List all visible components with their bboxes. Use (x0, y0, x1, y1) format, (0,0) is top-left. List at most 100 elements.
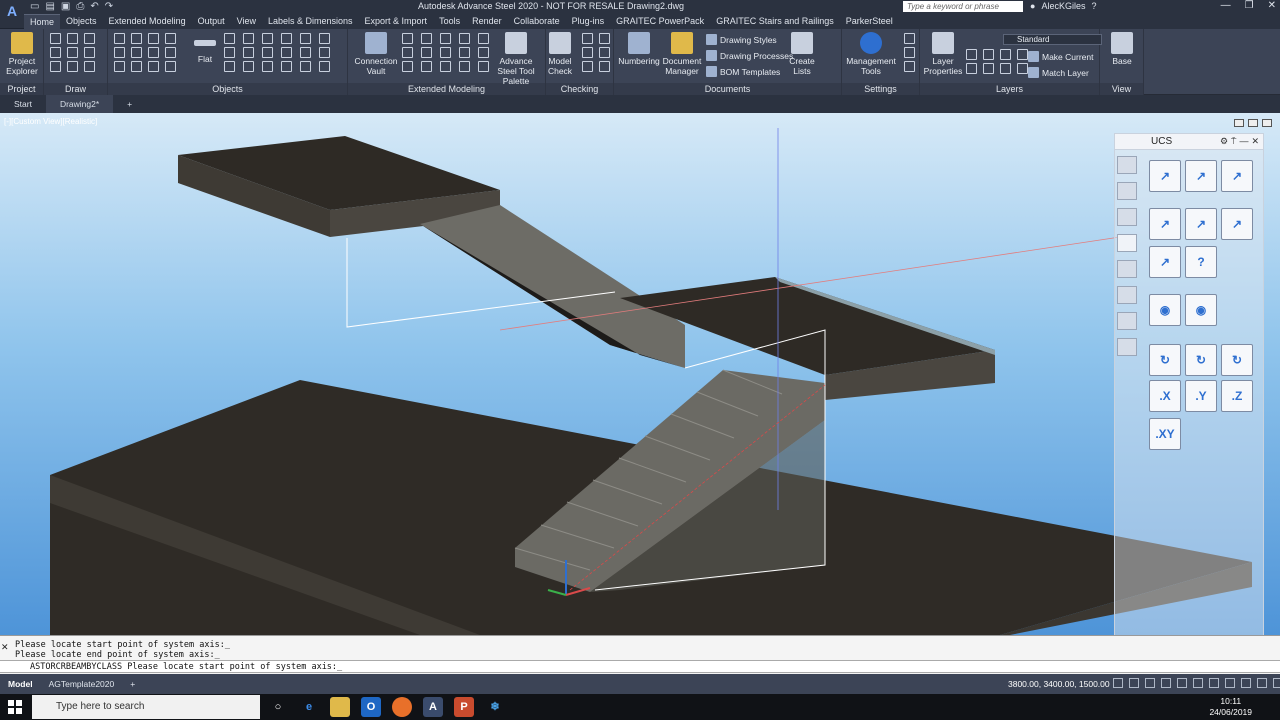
panel-label-draw[interactable]: Draw (44, 83, 107, 95)
grid2-icon[interactable] (114, 47, 125, 58)
add-layout-icon[interactable]: + (122, 679, 143, 689)
beam-icon[interactable] (148, 33, 159, 44)
tab-objects[interactable]: Objects (60, 14, 103, 29)
layer-dropdown[interactable]: Standard (1003, 34, 1102, 45)
ucs-rotate-x-button[interactable]: ↻ (1149, 344, 1181, 376)
layer-properties-button[interactable]: Layer Properties (922, 32, 964, 76)
connection-vault-button[interactable]: Connection Vault (354, 32, 398, 76)
project-explorer-button[interactable]: Project Explorer (4, 32, 40, 76)
help-icon[interactable]: ? (1091, 1, 1096, 11)
weld-icon[interactable] (165, 61, 176, 72)
side-tab-6[interactable] (1117, 286, 1137, 304)
tab-output[interactable]: Output (192, 14, 231, 29)
ortho-icon[interactable] (1161, 678, 1171, 688)
fullscreen-icon[interactable] (1257, 678, 1267, 688)
purlin-icon[interactable] (148, 47, 159, 58)
vp-close-icon[interactable] (1262, 119, 1272, 127)
side-tab-8[interactable] (1117, 338, 1137, 356)
grid3-icon[interactable] (114, 61, 125, 72)
bom-templates-button[interactable]: BOM Templates (706, 66, 780, 77)
profile16-icon[interactable] (281, 61, 292, 72)
ucs-origin-button[interactable]: ↗ (1149, 246, 1181, 278)
profile8-icon[interactable] (243, 47, 254, 58)
tab-model[interactable]: Model (0, 679, 41, 689)
user-icon[interactable]: ● (1030, 1, 1035, 11)
bolt-icon[interactable] (148, 61, 159, 72)
isolate-icon[interactable] (1241, 678, 1251, 688)
profile13-icon[interactable] (224, 61, 235, 72)
layer3-icon[interactable] (1000, 49, 1011, 60)
task-view-icon[interactable]: ○ (268, 697, 288, 717)
osnap-icon[interactable] (1193, 678, 1203, 688)
annotation-icon[interactable] (1209, 678, 1219, 688)
layer8-icon[interactable] (1017, 63, 1028, 74)
layer5-icon[interactable] (966, 63, 977, 74)
command-input[interactable]: ASTORCRBEAMBYCLASS Please locate start p… (0, 660, 1280, 673)
undo-icon[interactable]: ↶ (90, 1, 98, 12)
profile9-icon[interactable] (262, 47, 273, 58)
ucs-xy-button[interactable]: .XY (1149, 418, 1181, 450)
railing-icon[interactable] (421, 33, 432, 44)
house-icon[interactable] (459, 33, 470, 44)
check3-icon[interactable] (582, 47, 593, 58)
edge-icon[interactable]: e (299, 697, 319, 717)
ext-plate-icon[interactable] (421, 61, 432, 72)
profile14-icon[interactable] (243, 61, 254, 72)
tab-export-import[interactable]: Export & Import (359, 14, 434, 29)
ucs-curve-button[interactable]: ↗ (1185, 208, 1217, 240)
ext-grid-icon[interactable] (402, 61, 413, 72)
help-search-input[interactable]: Type a keyword or phrase (903, 1, 1023, 12)
profile11-icon[interactable] (300, 47, 311, 58)
tool-palette-button[interactable]: Advance Steel Tool Palette (489, 32, 543, 86)
model-viewport[interactable]: [-][Custom View][Realistic] UCS ⚙ ⍑ — ✕ (0, 113, 1280, 635)
vp-restore-icon[interactable] (1248, 119, 1258, 127)
pin-icon[interactable]: ⍑ (1231, 136, 1236, 147)
system-clock[interactable]: 10:11 24/06/2019 (1209, 696, 1252, 718)
circle-icon[interactable] (84, 47, 95, 58)
view-label[interactable]: [-][Custom View][Realistic] (4, 117, 97, 126)
side-tab-3[interactable] (1117, 208, 1137, 226)
redo-icon[interactable]: ↷ (105, 1, 113, 12)
ladder-icon[interactable] (440, 33, 451, 44)
file-explorer-icon[interactable] (330, 697, 350, 717)
frame-icon[interactable] (402, 47, 413, 58)
truss2-icon[interactable] (421, 47, 432, 58)
match-layer-button[interactable]: Match Layer (1028, 67, 1089, 78)
tab-tools[interactable]: Tools (433, 14, 466, 29)
tab-drawing2[interactable]: Drawing2* (45, 95, 114, 113)
rectangle-icon[interactable] (67, 61, 78, 72)
layer2-icon[interactable] (983, 49, 994, 60)
grid-display-icon[interactable] (1129, 678, 1139, 688)
tab-parkersteel[interactable]: ParkerSteel (840, 14, 899, 29)
side-tab-2[interactable] (1117, 182, 1137, 200)
spline-icon[interactable] (84, 33, 95, 44)
close-icon[interactable]: ✕ (1268, 0, 1276, 11)
ellipse-icon[interactable] (67, 47, 78, 58)
settings3-icon[interactable] (904, 61, 915, 72)
base-button[interactable]: Base (1108, 32, 1136, 66)
model-space-icon[interactable] (1113, 678, 1123, 688)
ucs-eye-button[interactable]: ◉ (1149, 294, 1181, 326)
tab-extended-modeling[interactable]: Extended Modeling (103, 14, 192, 29)
side-tab-5[interactable] (1117, 260, 1137, 278)
tab-graitec-powerpack[interactable]: GRAITEC PowerPack (610, 14, 710, 29)
check6-icon[interactable] (599, 61, 610, 72)
command-close-icon[interactable]: ✕ (1, 642, 9, 653)
profile7-icon[interactable] (224, 47, 235, 58)
close-palette-icon[interactable]: ✕ (1251, 136, 1259, 147)
column-icon[interactable] (131, 33, 142, 44)
settings1-icon[interactable] (904, 33, 915, 44)
ellipse-arc-icon[interactable] (84, 61, 95, 72)
ucs-view-button[interactable]: ↗ (1221, 160, 1253, 192)
panel-label-layers[interactable]: Layers (920, 83, 1099, 95)
side-tab-7[interactable] (1117, 312, 1137, 330)
tab-graitec-stairs[interactable]: GRAITEC Stairs and Railings (710, 14, 840, 29)
outlook-icon[interactable]: O (361, 697, 381, 717)
workspace-icon[interactable] (1225, 678, 1235, 688)
advance-steel-icon[interactable]: A (423, 697, 443, 717)
check5-icon[interactable] (582, 61, 593, 72)
profile6-icon[interactable] (319, 33, 330, 44)
tab-render[interactable]: Render (466, 14, 508, 29)
ext-box-icon[interactable] (440, 61, 451, 72)
ucs-3point-button[interactable]: ↗ (1185, 160, 1217, 192)
